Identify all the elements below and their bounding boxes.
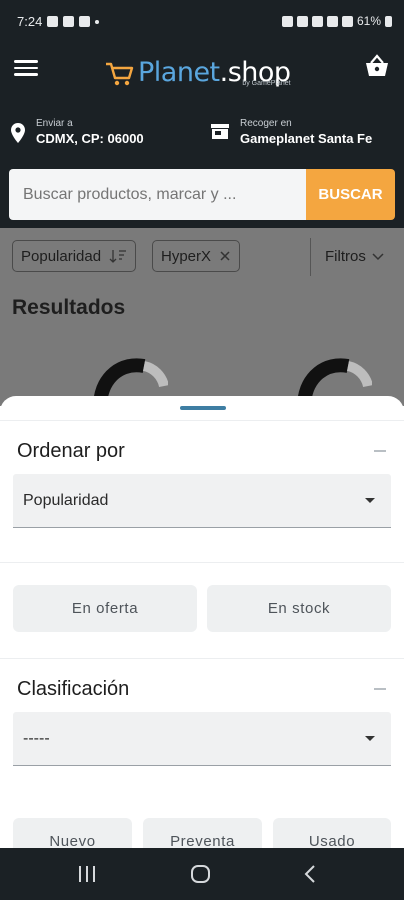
brand-logo[interactable]: Planet.shop by GamePlanet	[104, 44, 291, 88]
mute-icon	[296, 15, 308, 27]
on-sale-toggle[interactable]: En oferta	[13, 585, 197, 632]
brand-chip-label: HyperX	[161, 247, 212, 265]
divider	[0, 562, 404, 563]
ship-label: Enviar a	[36, 118, 73, 129]
wifi-icon	[311, 15, 323, 27]
divider	[0, 658, 404, 659]
twitter-notification-icon	[47, 16, 59, 27]
status-time: 7:24	[17, 14, 43, 29]
gallery-notification-icon	[63, 16, 75, 27]
search-button[interactable]: BUSCAR	[306, 169, 395, 220]
store-icon	[211, 124, 229, 139]
brand-byline: by GamePlanet	[242, 80, 291, 87]
classification-section-title: Clasificación	[17, 678, 130, 700]
sort-chip-label: Popularidad	[21, 247, 102, 265]
results-title: Resultados	[12, 296, 126, 319]
status-bar: 7:24 61%	[0, 0, 404, 42]
used-toggle[interactable]: Usado	[273, 818, 391, 848]
pickup-selector[interactable]: Recoger en Gameplanet Santa Fe	[210, 118, 372, 148]
caret-down-icon	[365, 736, 375, 741]
back-icon[interactable]	[304, 864, 316, 884]
pickup-label: Recoger en	[240, 118, 292, 129]
search-input[interactable]	[9, 169, 307, 220]
more-notifications-icon	[95, 19, 100, 24]
cart-logo-icon	[106, 62, 134, 86]
chevron-down-icon	[372, 252, 384, 260]
sheet-drag-handle[interactable]	[180, 406, 226, 410]
filters-label: Filtros	[325, 248, 366, 265]
search-row: BUSCAR	[0, 166, 404, 228]
sort-icon	[109, 250, 127, 263]
sort-select[interactable]: Popularidad	[13, 474, 391, 528]
delivery-bar: Enviar a CDMX, CP: 06000 Recoger en Game…	[0, 102, 404, 166]
system-nav-bar	[0, 848, 404, 900]
classification-select-value: -----	[23, 729, 50, 747]
battery-icon	[385, 15, 392, 27]
menu-icon[interactable]	[14, 56, 38, 78]
basket-icon[interactable]	[363, 52, 391, 80]
filter-divider	[310, 238, 311, 276]
results-area: Resultados	[0, 286, 404, 406]
signal-icon	[341, 15, 353, 27]
sort-chip[interactable]: Popularidad	[12, 240, 137, 272]
presale-toggle[interactable]: Preventa	[143, 818, 262, 848]
sort-select-value: Popularidad	[23, 491, 109, 509]
ship-value: CDMX, CP: 06000	[36, 131, 144, 146]
collapse-icon[interactable]	[374, 450, 386, 452]
in-stock-toggle[interactable]: En stock	[207, 585, 391, 632]
collapse-icon[interactable]	[374, 688, 386, 690]
home-icon[interactable]	[191, 865, 210, 883]
caret-down-icon	[365, 498, 375, 503]
sort-filter-sheet: Ordenar por Popularidad En oferta En sto…	[0, 396, 404, 848]
location-pin-icon	[11, 123, 25, 143]
divider	[0, 420, 404, 421]
pickup-value: Gameplanet Santa Fe	[240, 131, 373, 146]
brand-chip[interactable]: HyperX	[152, 240, 241, 272]
new-toggle[interactable]: Nuevo	[13, 818, 132, 848]
alarm-icon	[281, 15, 293, 27]
twitter-notification-icon	[79, 16, 91, 27]
filters-button[interactable]: Filtros	[325, 248, 384, 265]
sort-section-title: Ordenar por	[17, 440, 125, 462]
signal-icon	[326, 15, 338, 27]
recent-apps-icon[interactable]	[79, 866, 97, 882]
app-header: Planet.shop by GamePlanet	[0, 42, 404, 102]
filter-row: Popularidad HyperX Filtros	[0, 228, 404, 286]
ship-to-selector[interactable]: Enviar a CDMX, CP: 06000	[10, 118, 144, 148]
classification-select[interactable]: -----	[13, 712, 391, 766]
close-icon[interactable]	[219, 250, 231, 262]
battery-level: 61%	[356, 14, 381, 28]
